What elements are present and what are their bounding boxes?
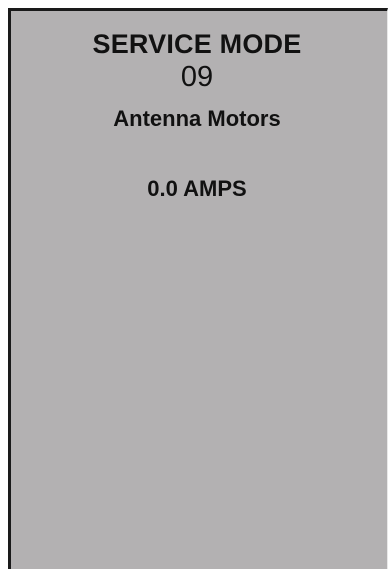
service-mode-title: SERVICE MODE (92, 29, 302, 59)
mode-name: Antenna Motors (113, 106, 281, 131)
mode-number: 09 (180, 61, 214, 93)
display-screen: SERVICE MODE 09 Antenna Motors 0.0 AMPS (8, 8, 388, 569)
current-reading: 0.0 AMPS (147, 176, 247, 201)
